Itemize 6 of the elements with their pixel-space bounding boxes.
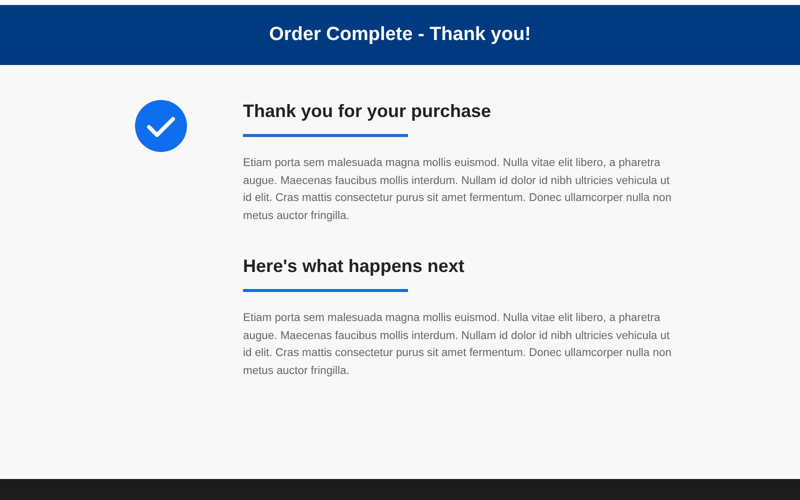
page-title: Order Complete - Thank you! [269, 24, 531, 46]
section-heading: Here's what happens next [243, 255, 466, 277]
checkmark-icon [135, 100, 187, 152]
section-heading: Thank you for your purchase [243, 100, 492, 122]
body-text: Etiam porta sem malesuada magna mollis euismod. Nulla vitae elit libero, a pharetra augue. Maecenas faucibus mollis interdum. Nullam id dolor id nibh ultricies vehicula ut id elit. Cras mattis consectetur purus sit amet fermentum. Donec ullamcorper nulla non metus auctor fringilla. [243, 156, 672, 224]
body-text: Etiam porta sem malesuada magna mollis euismod. Nulla vitae elit libero, a pharetra augue. Maecenas faucibus mollis interdum. Nullam id dolor id nibh ultricies vehicula ut id elit. Cras mattis consectetur purus sit amet fermentum. Donec ullamcorper nulla non metus auctor fringilla. [243, 311, 672, 378]
